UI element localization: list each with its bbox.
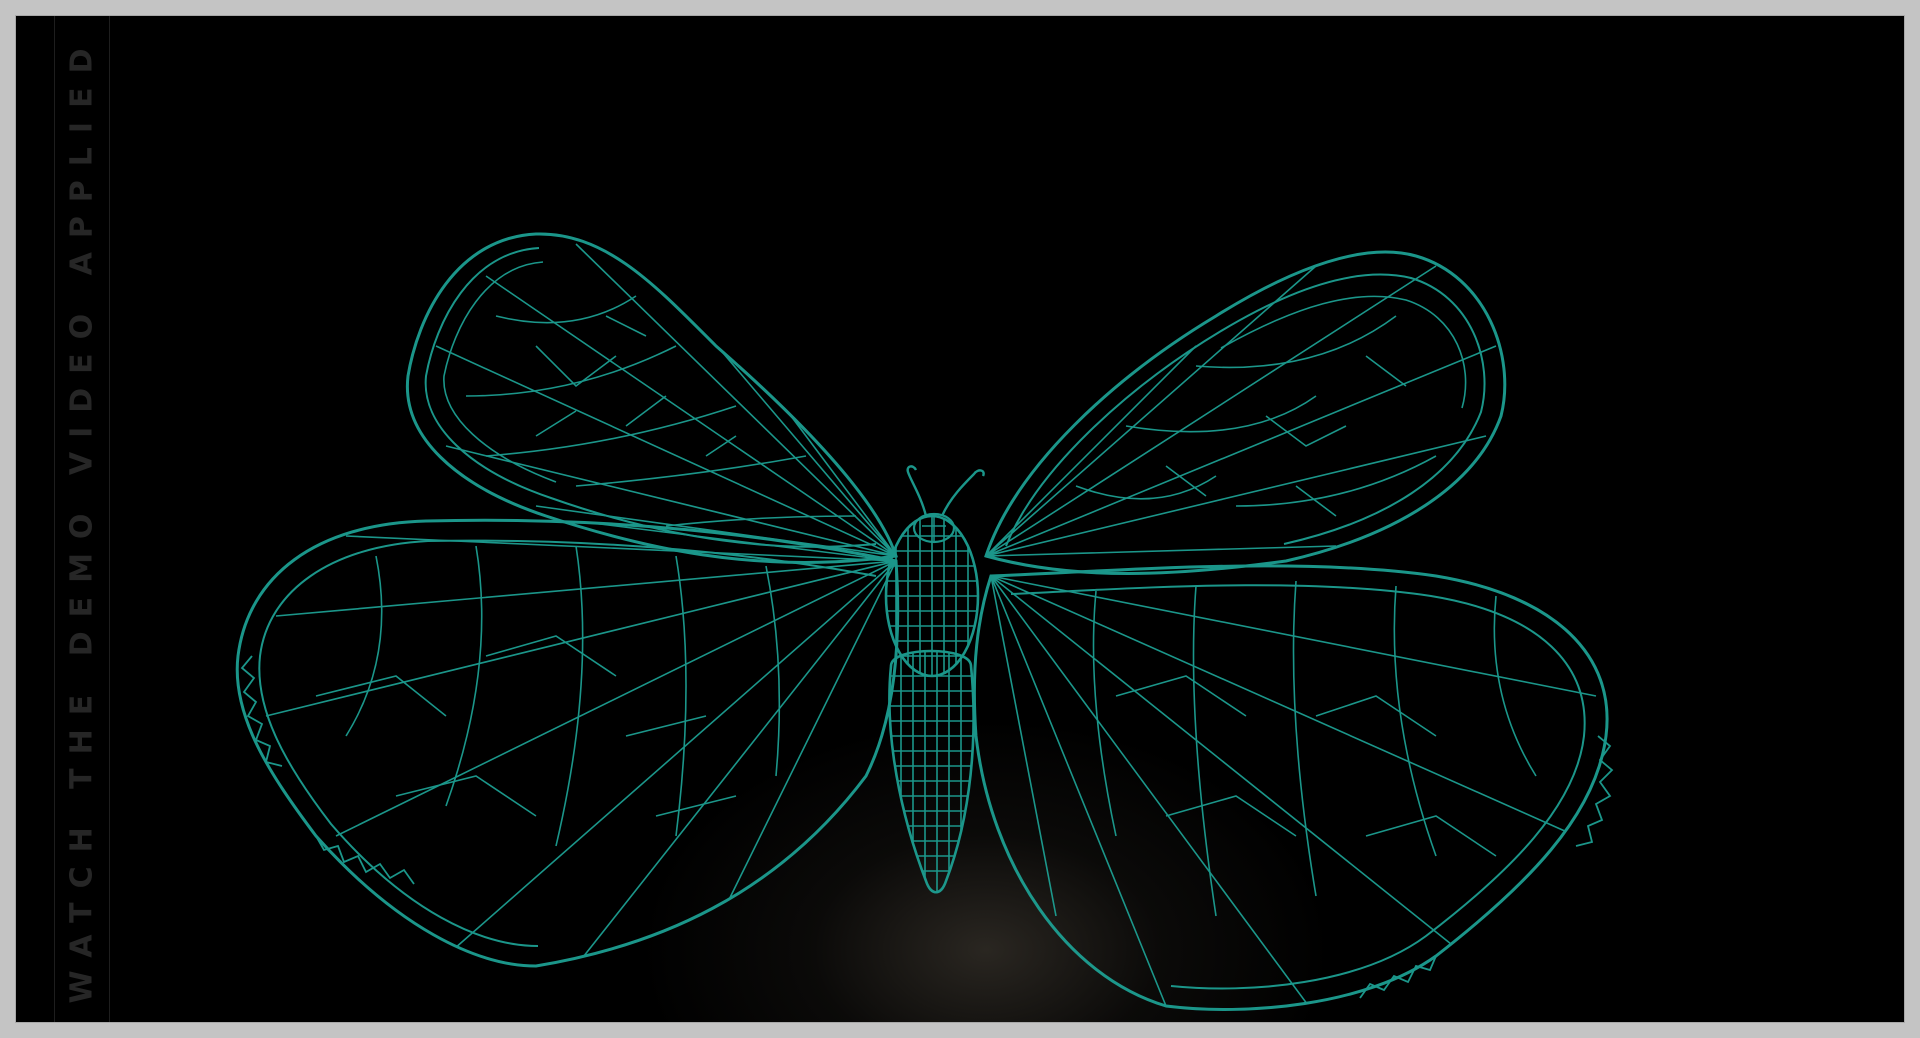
- butterfly-wireframe-icon: [235, 232, 1614, 1011]
- abdomen: [888, 649, 975, 894]
- head: [906, 465, 985, 544]
- watch-demo-link[interactable]: WATCH THE DEMO VIDEO APPLIED: [54, 16, 110, 1022]
- lower-left-wing: [235, 518, 900, 968]
- upper-right-wing: [984, 250, 1507, 575]
- watch-demo-label: WATCH THE DEMO VIDEO APPLIED: [64, 34, 100, 1004]
- lower-right-wing: [972, 564, 1614, 1011]
- video-viewport[interactable]: WATCH THE DEMO VIDEO APPLIED: [16, 16, 1904, 1022]
- upper-left-wing: [405, 232, 898, 564]
